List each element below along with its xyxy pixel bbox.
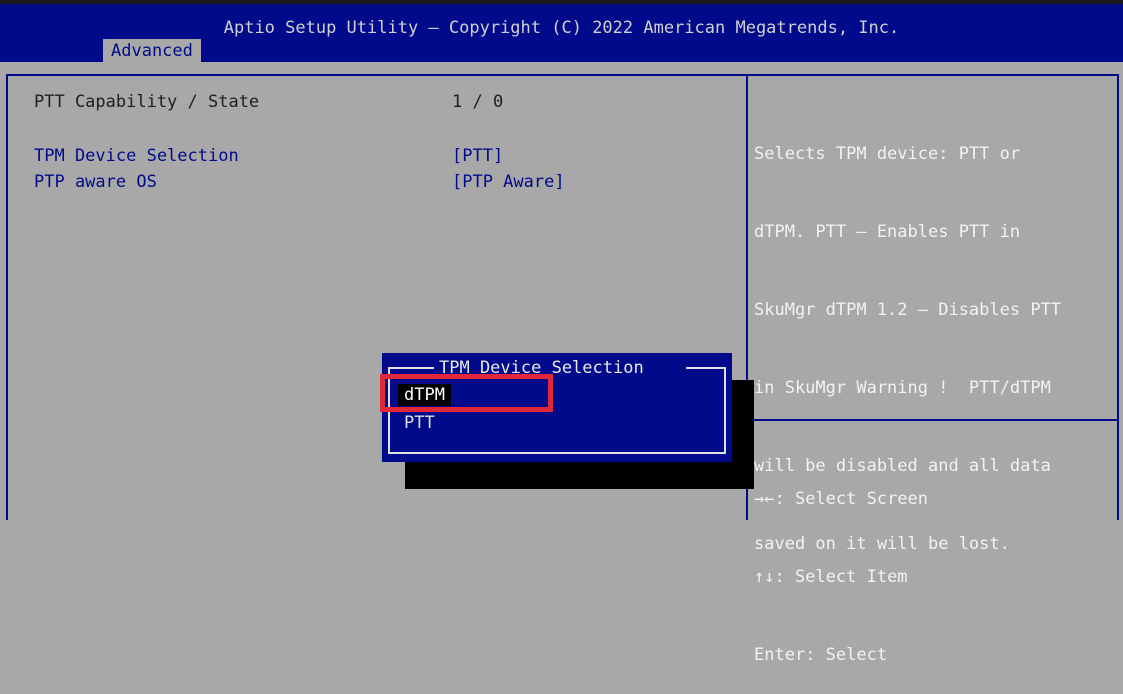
ptp-aware-os-label[interactable]: PTP aware OS bbox=[34, 169, 157, 195]
key-select-item: ↑↓: Select Item bbox=[754, 564, 928, 590]
popup-frame-top-left bbox=[388, 367, 434, 369]
popup-shadow-bottom bbox=[405, 462, 754, 489]
ptt-capability-label: PTT Capability / State bbox=[34, 92, 260, 112]
option-ptt[interactable]: PTT bbox=[398, 412, 441, 434]
left-right-arrows-icon: →← bbox=[754, 489, 775, 509]
key-action: : Select Item bbox=[774, 567, 908, 587]
help-line: in SkuMgr Warning ! PTT/dTPM bbox=[754, 378, 1051, 398]
popup-shadow-right bbox=[730, 380, 754, 465]
app-title: Aptio Setup Utility – Copyright (C) 2022… bbox=[223, 18, 900, 38]
key-action: : Select Screen bbox=[774, 489, 929, 509]
tab-advanced[interactable]: Advanced bbox=[103, 39, 201, 63]
key-enter-select: Enter: Select bbox=[754, 642, 928, 668]
tpm-device-selection-label[interactable]: TPM Device Selection bbox=[34, 143, 239, 169]
help-line: SkuMgr dTPM 1.2 – Disables PTT bbox=[754, 300, 1062, 320]
popup-frame-top-right bbox=[686, 367, 726, 369]
header-bar: Aptio Setup Utility – Copyright (C) 2022… bbox=[0, 4, 1123, 63]
selection-highlight-box bbox=[380, 374, 553, 412]
help-line: Selects TPM device: PTT or bbox=[754, 144, 1021, 164]
ptt-capability-value: 1 / 0 bbox=[452, 92, 504, 112]
key-select-screen: →←: Select Screen bbox=[754, 486, 928, 512]
key-action: : Select bbox=[805, 645, 888, 665]
key-legend: →←: Select Screen ↑↓: Select Item Enter:… bbox=[754, 434, 928, 694]
ptp-aware-os-value[interactable]: [PTP Aware] bbox=[452, 169, 565, 195]
tpm-device-selection-value[interactable]: [PTT] bbox=[452, 143, 503, 169]
key-name: Enter bbox=[754, 645, 806, 665]
help-line: dTPM. PTT – Enables PTT in bbox=[754, 222, 1021, 242]
up-down-arrows-icon: ↑↓ bbox=[754, 567, 775, 587]
